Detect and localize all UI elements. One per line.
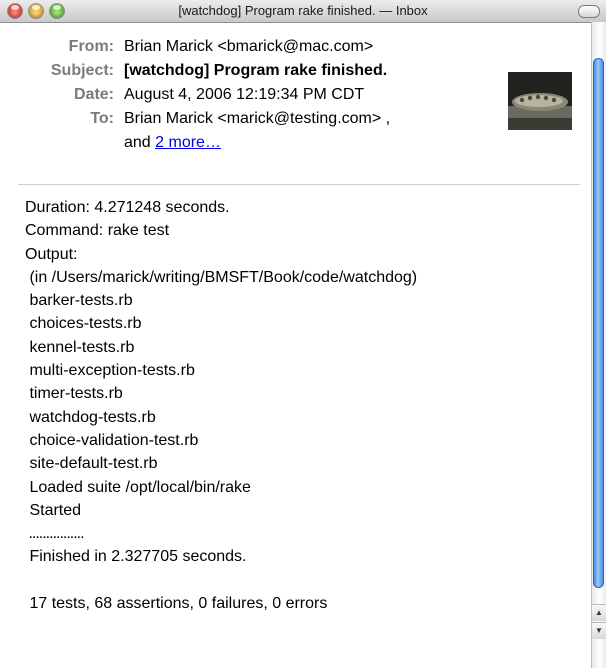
body-line: barker-tests.rb — [25, 292, 133, 310]
body-line: ................ — [25, 525, 84, 543]
window-title: [watchdog] Program rake finished. — Inbo… — [178, 3, 428, 18]
title-bar[interactable]: [watchdog] Program rake finished. — Inbo… — [0, 0, 606, 23]
body-line: multi-exception-tests.rb — [25, 362, 195, 380]
header-divider — [18, 184, 580, 185]
from-value[interactable]: Brian Marick <bmarick@mac.com> — [124, 38, 373, 56]
header-row-from: From: Brian Marick <bmarick@mac.com> — [0, 38, 588, 60]
sender-avatar — [508, 72, 572, 130]
body-line: Loaded suite /opt/local/bin/rake — [25, 478, 251, 496]
header-row-to: To: Brian Marick <marick@testing.com> , — [0, 110, 588, 132]
scroll-up-arrow-icon[interactable]: ▲ — [592, 604, 606, 621]
date-value: August 4, 2006 12:19:34 PM CDT — [124, 86, 365, 103]
sender-photo — [508, 72, 572, 130]
header-row-subject: Subject: [watchdog] Program rake finishe… — [0, 62, 588, 84]
more-prefix: and — [124, 134, 156, 151]
body-line: 17 tests, 68 assertions, 0 failures, 0 e… — [25, 595, 328, 613]
header-row-date: Date: August 4, 2006 12:19:34 PM CDT — [0, 86, 588, 108]
subject-label: Subject: — [50, 62, 114, 79]
body-line: kennel-tests.rb — [25, 338, 135, 356]
body-line: (in /Users/marick/writing/BMSFT/Book/cod… — [25, 268, 418, 286]
scroll-thumb[interactable] — [593, 58, 604, 588]
subject-value: [watchdog] Program rake finished. — [124, 62, 388, 79]
mail-message-window: [watchdog] Program rake finished. — Inbo… — [0, 0, 606, 668]
to-value[interactable]: Brian Marick <marick@testing.com> , — [124, 110, 390, 128]
body-line: choices-tests.rb — [25, 315, 142, 333]
body-line: Finished in 2.327705 seconds. — [25, 548, 247, 566]
body-line: Started — [25, 501, 82, 519]
message-body[interactable]: Duration: 4.271248 seconds. Command: rak… — [25, 196, 585, 615]
body-line — [25, 569, 585, 592]
body-line: choice-validation-test.rb — [25, 431, 199, 449]
body-line: timer-tests.rb — [25, 385, 123, 403]
body-line: Output: — [25, 245, 78, 263]
scroll-down-arrow-icon[interactable]: ▼ — [592, 622, 606, 639]
body-line: Duration: 4.271248 seconds. — [25, 199, 230, 216]
body-line: watchdog-tests.rb — [25, 408, 156, 426]
header-row-more-recipients: and 2 more… — [0, 134, 588, 156]
more-recipients-link[interactable]: 2 more… — [155, 134, 221, 151]
more-recipients: and 2 more… — [124, 134, 221, 152]
toolbar-toggle-icon[interactable] — [578, 5, 600, 18]
message-header: From: Brian Marick <bmarick@mac.com> Sub… — [0, 22, 588, 182]
date-label: Date: — [73, 86, 114, 103]
to-label: To: — [90, 110, 114, 127]
from-label: From: — [68, 38, 114, 55]
body-line: site-default-test.rb — [25, 455, 158, 473]
body-line: Command: rake test — [25, 222, 170, 240]
